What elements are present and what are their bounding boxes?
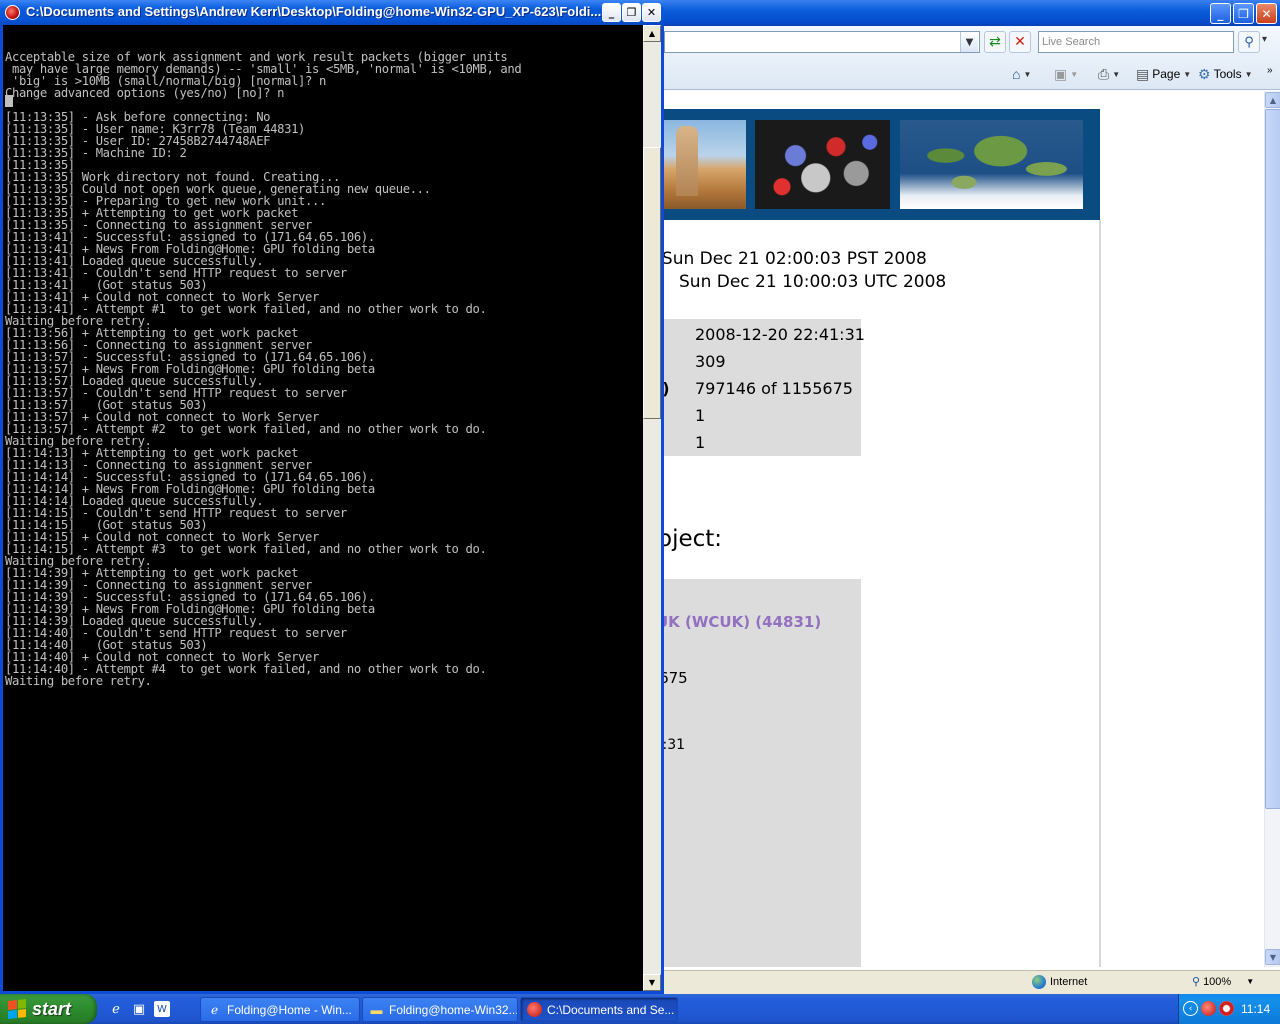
folding-app-icon xyxy=(527,1002,542,1017)
console-scrollbar[interactable]: ▲ ▼ xyxy=(643,25,661,991)
taskbar-item-console[interactable]: C:\Documents and Se... xyxy=(520,997,678,1022)
taskbar-item-folding-browser[interactable]: ℯ Folding@Home - Win... xyxy=(200,997,360,1022)
console-body[interactable]: Acceptable size of work assignment and w… xyxy=(3,25,661,991)
page-menu-label: Page xyxy=(1152,67,1181,81)
ie-quicklaunch-icon[interactable]: ℯ xyxy=(108,1001,124,1017)
feeds-button[interactable]: ▣ ▼ xyxy=(1054,64,1078,84)
team-line: g UK (WCUK) (44831) xyxy=(640,613,821,631)
world-map-image xyxy=(900,120,1083,209)
live-search-input[interactable]: Live Search xyxy=(1038,31,1234,53)
page-icon: ▤ xyxy=(1136,65,1150,82)
console-output: Acceptable size of work assignment and w… xyxy=(5,27,641,987)
console-line: Waiting before retry. xyxy=(5,674,152,688)
address-bar[interactable] xyxy=(664,31,980,53)
console-title: C:\Documents and Settings\Andrew Kerr\De… xyxy=(26,4,602,19)
zoom-control[interactable]: ⚲ 100% ▼ xyxy=(1192,975,1255,989)
printer-icon: ⎙ xyxy=(1098,65,1110,82)
page-content: d: Sun Dec 21 02:00:03 PST 2008 Sun Dec … xyxy=(640,91,1264,967)
security-zone[interactable]: Internet xyxy=(1032,975,1087,989)
console-close-button[interactable]: ✕ xyxy=(642,3,661,22)
scroll-up-icon[interactable]: ▲ xyxy=(1265,92,1280,108)
stats-updated-pst: d: Sun Dec 21 02:00:03 PST 2008 xyxy=(640,249,927,269)
home-button[interactable]: ⌂ ▼ xyxy=(1012,64,1031,84)
ie-maximize-button[interactable]: ❐ xyxy=(1233,3,1254,24)
console-line: [11:13:35] - Machine ID: 2 xyxy=(5,146,187,160)
scroll-down-icon[interactable]: ▼ xyxy=(643,974,661,991)
chevron-down-icon: ▼ xyxy=(1183,69,1192,79)
chevron-down-icon: ▼ xyxy=(1246,977,1255,986)
console-scrollbar-thumb[interactable] xyxy=(643,147,661,419)
refresh-icon[interactable]: ⇄ xyxy=(984,31,1006,53)
address-dropdown-icon[interactable]: ▼ xyxy=(960,32,978,52)
ie-close-button[interactable]: ✕ xyxy=(1256,3,1277,24)
globe-icon xyxy=(1032,975,1046,989)
tools-menu-button[interactable]: ⚙ Tools ▼ xyxy=(1198,64,1253,84)
count-value-2: 1 xyxy=(695,433,706,452)
last-wu-date: 2008-12-20 22:41:31 xyxy=(695,325,865,344)
windows-logo-icon xyxy=(8,999,26,1019)
chevron-down-icon: ▼ xyxy=(1023,69,1032,79)
console-lines: Acceptable size of work assignment and w… xyxy=(5,51,641,687)
ie-scrollbar-thumb[interactable] xyxy=(1265,109,1280,809)
console-minimize-button[interactable]: _ xyxy=(602,3,621,22)
count-value-1: 1 xyxy=(695,406,706,425)
explorer-quicklaunch-icon[interactable]: ▣ xyxy=(131,1001,147,1017)
folding-app-icon[interactable] xyxy=(5,5,20,20)
system-tray: ‹ 11:14 xyxy=(1178,994,1280,1024)
tray-expand-icon[interactable]: ‹ xyxy=(1183,1001,1198,1016)
chevron-down-icon: ▼ xyxy=(1112,69,1121,79)
ie-toolbar: ▼ ⇄ ✕ Live Search ⚲ ▾ ⌂ ▼ ▣ ▼ ⎙ ▼ ▤ Page ▼ … xyxy=(640,26,1280,90)
folding-banner xyxy=(640,109,1100,220)
security-zone-label: Internet xyxy=(1050,976,1088,988)
zoom-level: 100% xyxy=(1203,975,1232,988)
gear-icon: ⚙ xyxy=(1198,65,1211,82)
folder-icon: ▬ xyxy=(370,1002,383,1017)
chevron-down-icon: ▼ xyxy=(1244,69,1253,79)
taskbar: start ℯ ▣ W ℯ Folding@Home - Win... ▬ Fo… xyxy=(0,994,1280,1024)
console-restore-button[interactable]: ❐ xyxy=(622,3,641,22)
search-icon[interactable]: ⚲ xyxy=(1238,31,1260,53)
taskbar-item-label: Folding@home-Win32... xyxy=(389,1002,518,1017)
antivirus-tray-icon[interactable] xyxy=(1219,1001,1234,1016)
team-info-box: g UK (WCUK) (44831) te) 55675 ) :41:31 9… xyxy=(640,579,861,967)
ie-titlebar[interactable]: _ ❐ ✕ xyxy=(640,0,1280,26)
ie-icon: ℯ xyxy=(210,1002,219,1017)
rank-value: 797146 of 1155675 xyxy=(695,379,853,398)
ie-vertical-scrollbar[interactable]: ▲ ▼ xyxy=(1264,91,1280,967)
taskbar-item-folder[interactable]: ▬ Folding@home-Win32... xyxy=(362,997,518,1022)
messenger-quicklaunch-icon[interactable]: W xyxy=(154,1001,170,1017)
chevron-down-icon: ▼ xyxy=(1070,69,1079,79)
ie-window: _ ❐ ✕ ▼ ⇄ ✕ Live Search ⚲ ▾ ⌂ ▼ ▣ ▼ ⎙ ▼ ▤ P… xyxy=(640,0,1280,994)
stop-icon[interactable]: ✕ xyxy=(1009,31,1031,53)
taskbar-item-label: Folding@Home - Win... xyxy=(227,1002,352,1017)
search-options-icon[interactable]: ▾ xyxy=(1262,34,1267,45)
console-line: Change advanced options (yes/no) [no]? n xyxy=(5,86,285,100)
magnifier-icon: ⚲ xyxy=(1192,976,1201,988)
team-link[interactable]: g UK (WCUK) (44831) xyxy=(640,613,821,631)
clock: 11:14 xyxy=(1241,1002,1271,1016)
start-label: start xyxy=(32,998,72,1019)
home-icon: ⌂ xyxy=(1012,66,1021,82)
page-menu-button[interactable]: ▤ Page ▼ xyxy=(1136,64,1191,84)
folding-tray-icon[interactable] xyxy=(1201,1001,1216,1016)
project-heading: oject: xyxy=(658,526,723,552)
stats-updated-utc: Sun Dec 21 10:00:03 UTC 2008 xyxy=(679,272,947,292)
ie-minimize-button[interactable]: _ xyxy=(1210,3,1231,24)
toolbar-overflow-icon[interactable]: » xyxy=(1267,60,1273,80)
print-button[interactable]: ⎙ ▼ xyxy=(1098,64,1120,84)
start-button[interactable]: start xyxy=(0,994,97,1024)
scroll-down-icon[interactable]: ▼ xyxy=(1265,949,1280,965)
taskbar-item-label: C:\Documents and Se... xyxy=(547,1002,675,1017)
tools-menu-label: Tools xyxy=(1213,67,1242,81)
scroll-up-icon[interactable]: ▲ xyxy=(643,25,661,42)
protein-molecule-image xyxy=(755,120,890,209)
console-titlebar[interactable]: C:\Documents and Settings\Andrew Kerr\De… xyxy=(0,0,664,25)
donor-info-table: 2008-12-20 22:41:31 309 ed) 797146 of 11… xyxy=(640,319,865,456)
page-border xyxy=(1099,220,1101,967)
feeds-icon: ▣ xyxy=(1054,65,1068,82)
ie-status-bar: Internet ⚲ 100% ▼ xyxy=(640,970,1280,994)
console-window: C:\Documents and Settings\Andrew Kerr\De… xyxy=(0,0,664,994)
total-wus: 309 xyxy=(695,352,726,371)
